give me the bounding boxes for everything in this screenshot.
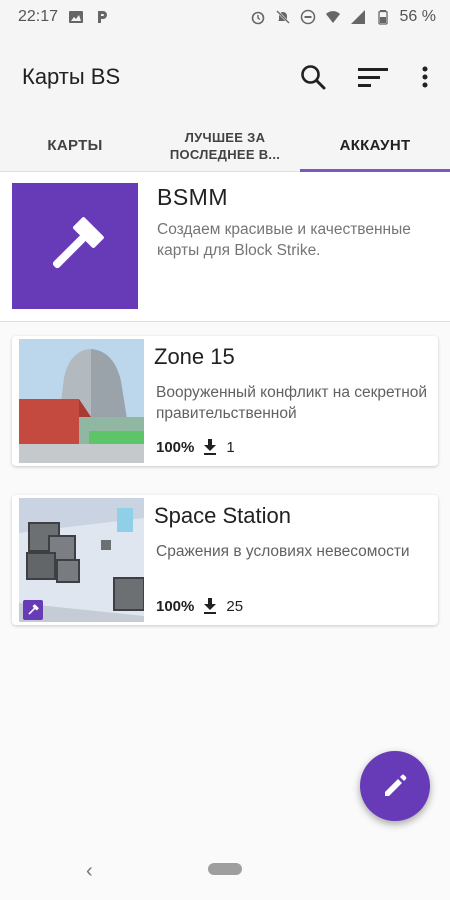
home-pill[interactable]: [208, 863, 242, 875]
map-rating: 100%: [156, 438, 195, 456]
sort-button[interactable]: [358, 62, 388, 92]
map-description: Сражения в условиях невесомости: [156, 543, 410, 560]
account-description: Создаем красивые и качественные карты дл…: [157, 221, 411, 259]
map-description: Вооруженный конфликт на секретной правит…: [156, 384, 428, 422]
edit-pencil-icon: [385, 774, 407, 796]
map-title: Zone 15: [154, 344, 235, 369]
map-card-space-station[interactable]: Space Station Сражения в условиях невесо…: [12, 495, 438, 625]
tab-account[interactable]: АККАУНТ: [300, 120, 450, 172]
account-name: BSMM: [157, 184, 228, 210]
tab-maps[interactable]: КАРТЫ: [0, 120, 150, 171]
map-downloads: 1: [226, 438, 235, 456]
status-bar: 22:17 56 %: [0, 0, 450, 34]
hammer-icon: [28, 604, 39, 615]
image-notification-icon: [68, 9, 84, 25]
search-button[interactable]: [298, 62, 328, 92]
map-card-zone-15[interactable]: Zone 15 Вооруженный конфликт на секретно…: [12, 336, 438, 466]
account-card: BSMM Создаем красивые и качественные кар…: [0, 172, 450, 322]
notifications-off-icon: [275, 9, 291, 25]
hammer-icon: [52, 217, 104, 269]
tab-bar: КАРТЫ ЛУЧШЕЕ ЗА ПОСЛЕДНЕЕ В... АККАУНТ: [0, 120, 450, 172]
map-stats: 100% 1: [156, 438, 235, 456]
map-rating: 100%: [156, 597, 195, 615]
author-badge: [23, 600, 43, 620]
download-icon: [204, 439, 217, 455]
download-icon: [204, 598, 217, 614]
map-thumbnail: [19, 339, 144, 463]
more-vert-icon: [422, 66, 428, 88]
battery-level: 56 %: [399, 8, 436, 25]
alarm-icon: [250, 9, 266, 25]
app-title: Карты BS: [22, 64, 121, 89]
search-icon: [301, 65, 326, 90]
battery-icon: [375, 9, 391, 25]
back-icon[interactable]: ‹: [86, 860, 93, 883]
map-stats: 100% 25: [156, 597, 243, 615]
do-not-disturb-icon: [300, 9, 316, 25]
map-downloads: 25: [226, 597, 244, 615]
signal-icon: [350, 9, 366, 25]
account-logo: [12, 183, 138, 309]
status-time: 22:17: [18, 8, 59, 25]
tab-best-recent[interactable]: ЛУЧШЕЕ ЗА ПОСЛЕДНЕЕ В...: [150, 120, 300, 171]
sort-icon: [358, 68, 388, 87]
system-nav-bar: ‹: [0, 838, 450, 900]
wifi-icon: [325, 9, 341, 25]
p-app-notification-icon: [94, 9, 110, 25]
create-map-button[interactable]: [360, 751, 430, 821]
more-options-button[interactable]: [418, 62, 432, 92]
map-title: Space Station: [154, 503, 291, 528]
map-thumbnail: [19, 498, 144, 622]
app-bar: Карты BS: [0, 34, 450, 120]
